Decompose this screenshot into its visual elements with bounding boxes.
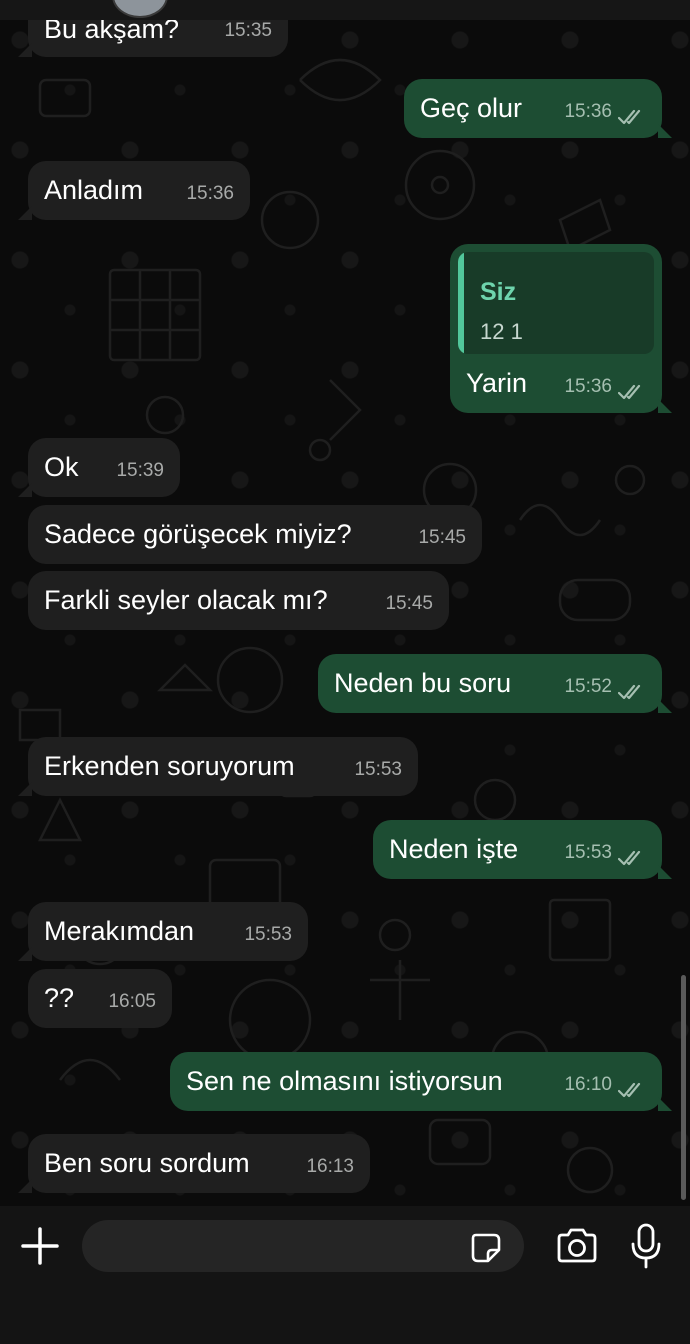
quoted-reply[interactable]: Siz 12 1: [458, 252, 654, 354]
outgoing-message[interactable]: Sen ne olmasını istiyorsun 16:10: [170, 1052, 662, 1111]
bubble-tail: [658, 865, 672, 879]
message-time: 16:13: [306, 1156, 354, 1177]
incoming-message[interactable]: Erkenden soruyorum 15:53: [28, 737, 418, 796]
bubble-tail: [658, 399, 672, 413]
message-time: 15:45: [385, 593, 433, 614]
composer-bar: [0, 1206, 690, 1344]
double-check-icon: [618, 1082, 641, 1098]
bubble-tail: [18, 947, 32, 961]
message-text: Farkli seyler olacak mı?: [44, 585, 328, 615]
message-text: Anladım: [44, 175, 144, 205]
message-time: 16:10: [564, 1074, 612, 1095]
incoming-message[interactable]: Bu akşam? 15:35: [28, 20, 288, 57]
message-list[interactable]: Bu akşam? 15:35 Geç olur 15:36 Anladım 15:36 S…: [0, 20, 690, 1206]
message-time: 15:35: [224, 20, 272, 41]
message-time: 15:53: [244, 924, 292, 945]
quote-text: 12 1: [480, 319, 523, 344]
message-time: 15:36: [564, 376, 612, 397]
message-text: Geç olur: [420, 93, 523, 123]
microphone-icon[interactable]: [630, 1222, 662, 1270]
message-text: Sen ne olmasını istiyorsun: [186, 1066, 503, 1096]
message-time: 16:05: [108, 991, 156, 1012]
message-text: Sadece görüşecek miyiz?: [44, 519, 352, 549]
outgoing-message[interactable]: Neden işte 15:53: [373, 820, 662, 879]
outgoing-message[interactable]: Neden bu soru 15:52: [318, 654, 662, 713]
incoming-message[interactable]: Ben soru sordum 16:13: [28, 1134, 370, 1193]
avatar[interactable]: [112, 0, 168, 18]
message-input[interactable]: [82, 1220, 524, 1272]
bubble-tail: [18, 206, 32, 220]
message-text: Yarin: [466, 368, 528, 398]
outgoing-message[interactable]: Siz 12 1 Yarin 15:36: [450, 244, 662, 413]
camera-icon[interactable]: [555, 1228, 599, 1264]
message-text: Neden işte: [389, 834, 519, 864]
message-time: 15:53: [564, 842, 612, 863]
bubble-tail: [658, 124, 672, 138]
message-time: 15:36: [186, 183, 234, 204]
incoming-message[interactable]: Merakımdan 15:53: [28, 902, 308, 961]
double-check-icon: [618, 109, 641, 125]
message-time: 15:52: [564, 676, 612, 697]
bubble-tail: [18, 483, 32, 497]
plus-icon[interactable]: [20, 1226, 60, 1266]
chat-header: [0, 0, 690, 21]
incoming-message[interactable]: Farkli seyler olacak mı? 15:45: [28, 571, 449, 630]
outgoing-message[interactable]: Geç olur 15:36: [404, 79, 662, 138]
message-time: 15:39: [116, 460, 164, 481]
message-text: Merakımdan: [44, 916, 195, 946]
bubble-tail: [18, 43, 32, 57]
sticker-icon[interactable]: [470, 1232, 502, 1264]
message-text: Bu akşam?: [44, 20, 180, 44]
bubble-tail: [658, 699, 672, 713]
quote-author: Siz: [480, 278, 517, 306]
message-time: 15:53: [354, 759, 402, 780]
message-text: Ben soru sordum: [44, 1148, 250, 1178]
message-text: Ok: [44, 452, 79, 482]
bubble-tail: [658, 1097, 672, 1111]
incoming-message[interactable]: Anladım 15:36: [28, 161, 250, 220]
message-text: ??: [44, 983, 75, 1013]
bubble-tail: [18, 782, 32, 796]
double-check-icon: [618, 684, 641, 700]
quote-accent-bar: [458, 252, 464, 354]
bubble-tail: [18, 1179, 32, 1193]
incoming-message[interactable]: Ok 15:39: [28, 438, 180, 497]
scrollbar[interactable]: [681, 975, 686, 1200]
double-check-icon: [618, 384, 641, 400]
message-time: 15:36: [564, 101, 612, 122]
incoming-message[interactable]: Sadece görüşecek miyiz? 15:45: [28, 505, 482, 564]
incoming-message[interactable]: ?? 16:05: [28, 969, 172, 1028]
message-time: 15:45: [418, 527, 466, 548]
message-text: Erkenden soruyorum: [44, 751, 295, 781]
double-check-icon: [618, 850, 641, 866]
message-text: Neden bu soru: [334, 668, 512, 698]
